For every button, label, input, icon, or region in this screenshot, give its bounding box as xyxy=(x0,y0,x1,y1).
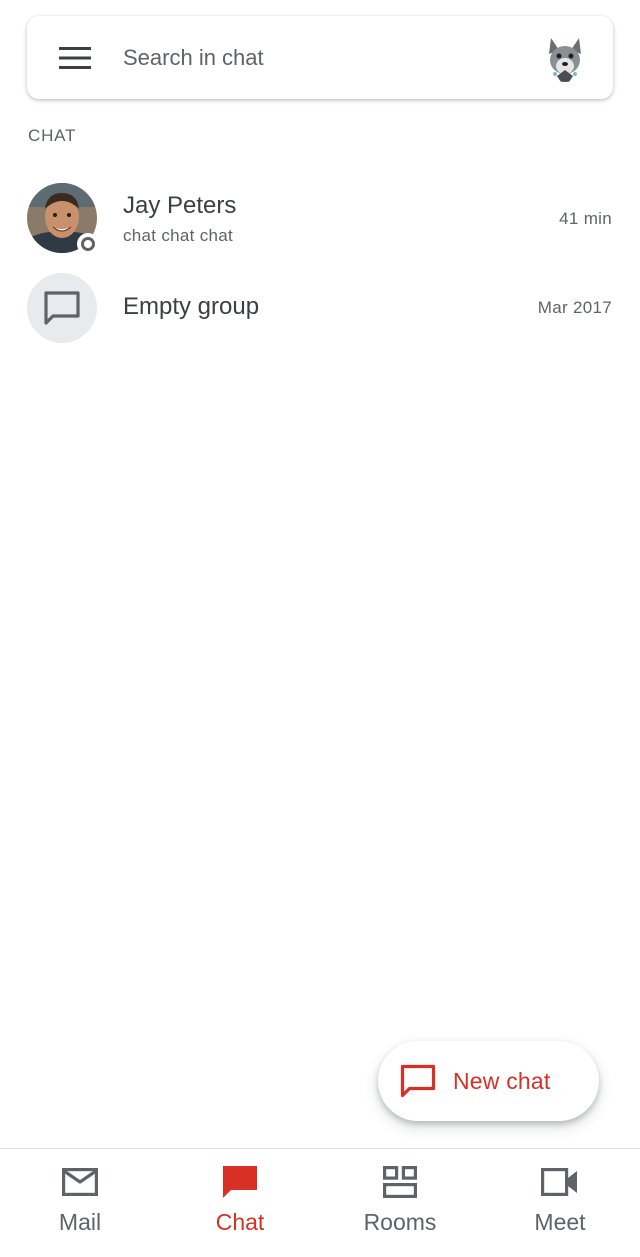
bottom-navigation: Mail Chat Rooms Meet xyxy=(0,1148,640,1257)
nav-item-rooms[interactable]: Rooms xyxy=(320,1149,480,1257)
conversation-item-empty-group[interactable]: Empty group Mar 2017 xyxy=(0,270,640,370)
search-bar xyxy=(27,16,613,99)
chat-icon xyxy=(222,1163,258,1201)
rooms-icon xyxy=(383,1163,417,1201)
nav-item-meet[interactable]: Meet xyxy=(480,1149,640,1257)
conversation-name: Empty group xyxy=(123,293,260,320)
conversation-time: 41 min xyxy=(559,209,612,228)
video-camera-icon xyxy=(541,1163,579,1201)
hamburger-menu-icon xyxy=(59,46,91,69)
nav-item-mail[interactable]: Mail xyxy=(0,1149,160,1257)
chat-bubble-outline-icon xyxy=(400,1063,438,1099)
wolf-avatar-icon xyxy=(541,33,589,82)
avatar-container xyxy=(27,183,99,255)
presence-indicator xyxy=(77,233,99,255)
conversation-name: Jay Peters xyxy=(123,192,237,219)
new-chat-label: New chat xyxy=(453,1067,551,1094)
group-chat-icon xyxy=(44,291,80,325)
conversation-item-jay-peters[interactable]: Jay Peters chat chat chat 41 min xyxy=(0,170,640,270)
account-avatar[interactable] xyxy=(541,33,589,82)
conversation-list: Jay Peters chat chat chat 41 min Empty g… xyxy=(0,170,640,370)
nav-label-chat: Chat xyxy=(215,1209,265,1235)
nav-item-chat[interactable]: Chat xyxy=(160,1149,320,1257)
conversation-snippet: chat chat chat xyxy=(123,226,234,245)
menu-button[interactable] xyxy=(27,16,123,99)
mail-icon xyxy=(62,1163,98,1201)
search-input[interactable] xyxy=(123,16,541,99)
nav-label-mail: Mail xyxy=(58,1209,102,1235)
group-avatar xyxy=(27,273,97,343)
chat-app: CHAT xyxy=(0,0,640,1257)
section-header: CHAT xyxy=(28,126,77,145)
nav-label-meet: Meet xyxy=(534,1209,586,1235)
conversation-time: Mar 2017 xyxy=(537,298,612,317)
avatar-container xyxy=(27,273,97,343)
nav-label-rooms: Rooms xyxy=(363,1209,437,1235)
new-chat-button[interactable]: New chat xyxy=(378,1041,599,1121)
